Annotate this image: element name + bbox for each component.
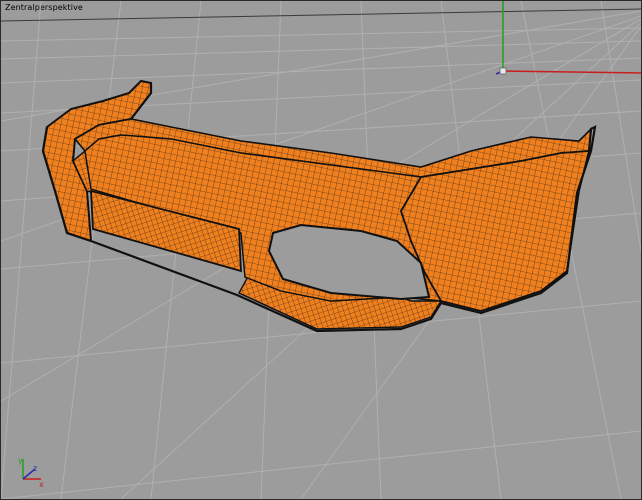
gizmo-label-z: z [33,464,37,473]
viewport-scene[interactable]: y z x [1,1,641,499]
gizmo-label-y: y [18,456,23,465]
origin-marker [499,67,507,75]
bumper-model[interactable] [41,79,597,333]
gizmo-label-x: x [39,480,44,489]
world-axis-x [502,70,641,74]
horizon-line [1,8,641,22]
viewport[interactable]: Zentralperspektive y z x [0,0,642,500]
corner-axis-gizmo: y z x [18,456,44,489]
